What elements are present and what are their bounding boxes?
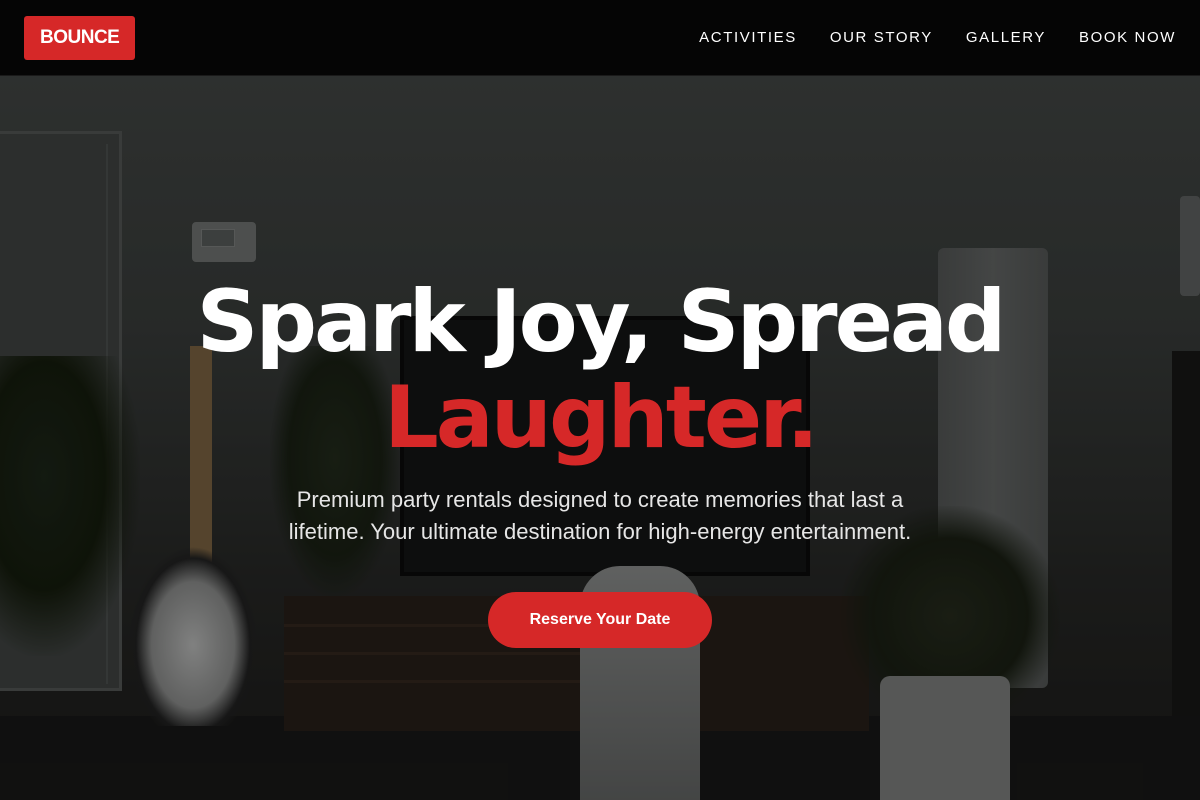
hero-content: Spark Joy, Spread Laughter. Premium part… [0,76,1200,800]
hero-headline-line1: Spark Joy, Spread [196,272,1007,372]
nav-link-gallery[interactable]: GALLERY [966,29,1046,46]
hero-subtitle: Premium party rentals designed to create… [288,487,912,544]
main-nav: ACTIVITIES OUR STORY GALLERY BOOK NOW [699,29,1176,46]
logo[interactable]: BOUNCE [24,15,136,60]
hero-headline-accent: Laughter. [383,368,819,468]
hero-headline: Spark Joy, Spread Laughter. [196,272,1007,468]
top-navbar: BOUNCE ACTIVITIES OUR STORY GALLERY BOOK… [0,0,1200,76]
nav-link-activities[interactable]: ACTIVITIES [699,29,797,46]
nav-link-our-story[interactable]: OUR STORY [830,29,933,46]
reserve-date-button[interactable]: Reserve Your Date [488,592,712,648]
nav-link-book-now[interactable]: BOOK NOW [1079,29,1176,46]
